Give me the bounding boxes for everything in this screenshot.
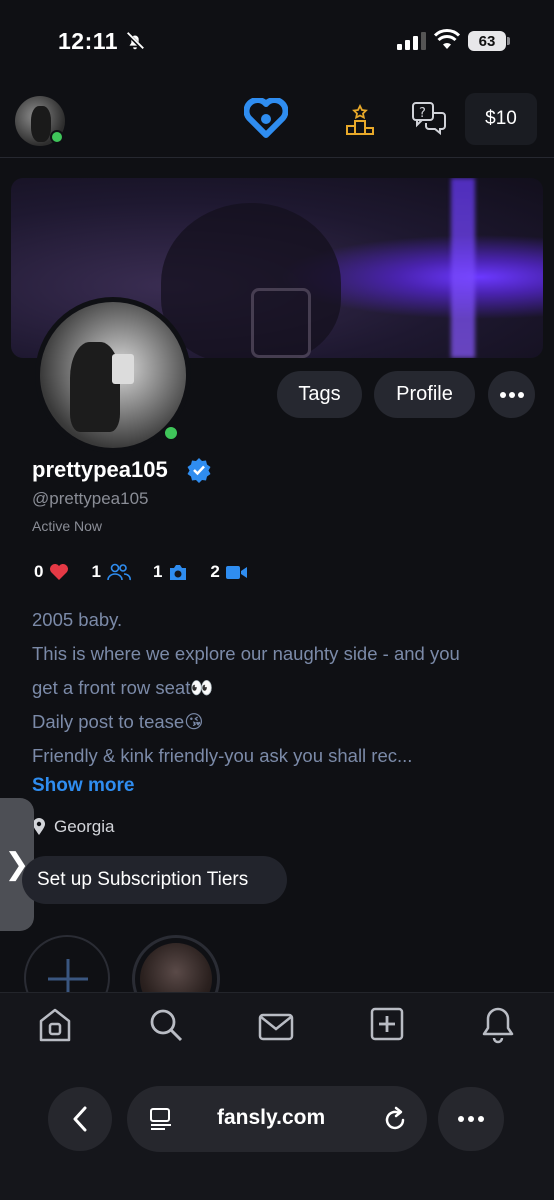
- home-icon[interactable]: [38, 1007, 72, 1043]
- photos-count: 1: [152, 562, 163, 581]
- show-more-link[interactable]: Show more: [32, 775, 134, 797]
- location-text: Georgia: [54, 817, 115, 836]
- bio-line: Daily post to tease😘: [32, 711, 204, 732]
- subscribers-count: 1: [91, 562, 101, 581]
- subscribers-stat[interactable]: 1: [91, 562, 131, 582]
- wifi-icon: [434, 29, 460, 49]
- reader-mode-icon[interactable]: [149, 1107, 173, 1131]
- tags-button[interactable]: Tags: [277, 371, 362, 418]
- svg-text:?: ?: [419, 106, 426, 121]
- video-camera-icon: [225, 565, 247, 579]
- address-bar[interactable]: fansly.com: [127, 1086, 427, 1152]
- messages-icon[interactable]: [258, 1013, 294, 1041]
- notifications-bell-icon[interactable]: [481, 1005, 515, 1045]
- profile-handle: @prettypea105: [32, 489, 149, 508]
- top-navigation: ? $10: [0, 80, 554, 158]
- active-status: Active Now: [32, 518, 103, 534]
- camera-icon: [170, 564, 187, 580]
- more-dots-icon: [458, 1116, 484, 1122]
- search-icon[interactable]: [148, 1007, 184, 1043]
- location-pin-icon: [33, 818, 45, 835]
- browser-back-button[interactable]: [48, 1087, 112, 1151]
- reload-icon[interactable]: [383, 1106, 407, 1132]
- bio-line: 2005 baby.: [32, 609, 123, 630]
- heart-icon: [50, 564, 69, 580]
- account-online-dot: [50, 130, 64, 144]
- leaderboard-icon[interactable]: [344, 104, 376, 136]
- videos-stat[interactable]: 2: [210, 562, 247, 582]
- browser-more-button[interactable]: [438, 1087, 504, 1151]
- videos-count: 2: [210, 562, 220, 581]
- chevron-left-icon: [73, 1106, 87, 1132]
- likes-stat[interactable]: 0: [34, 562, 69, 582]
- users-icon: [107, 563, 131, 581]
- bio-line: Friendly & kink friendly-you ask you sha…: [32, 745, 413, 766]
- help-messages-icon[interactable]: ?: [411, 100, 447, 136]
- online-status-dot: [162, 424, 180, 442]
- profile-username: prettypea105: [32, 457, 168, 482]
- url-text: fansly.com: [217, 1106, 326, 1129]
- wallet-balance-button[interactable]: $10: [465, 93, 537, 145]
- photos-stat[interactable]: 1: [153, 562, 188, 582]
- silent-bell-icon: [125, 31, 145, 51]
- create-post-icon[interactable]: [370, 1007, 404, 1041]
- bio-line: get a front row seat👀: [32, 677, 214, 698]
- likes-count: 0: [34, 562, 44, 581]
- battery-indicator: 63: [468, 31, 506, 51]
- clock-time: 12:11: [58, 28, 119, 54]
- bio-line: This is where we explore our naughty sid…: [32, 643, 460, 664]
- fansly-logo-icon[interactable]: [244, 98, 288, 138]
- cell-signal-icon: [397, 32, 426, 50]
- battery-tip: [507, 37, 510, 45]
- profile-stats: 0 1 1 2: [34, 562, 270, 582]
- status-bar: 12:11 63: [0, 0, 554, 80]
- profile-bio: 2005 baby. This is where we explore our …: [32, 603, 532, 773]
- profile-button[interactable]: Profile: [374, 371, 475, 418]
- more-dots-icon: [499, 391, 524, 398]
- profile-location: Georgia: [32, 817, 114, 837]
- setup-subscription-tiers-button[interactable]: Set up Subscription Tiers: [22, 856, 287, 904]
- verified-badge-icon: [187, 458, 211, 483]
- more-options-button[interactable]: [488, 371, 535, 418]
